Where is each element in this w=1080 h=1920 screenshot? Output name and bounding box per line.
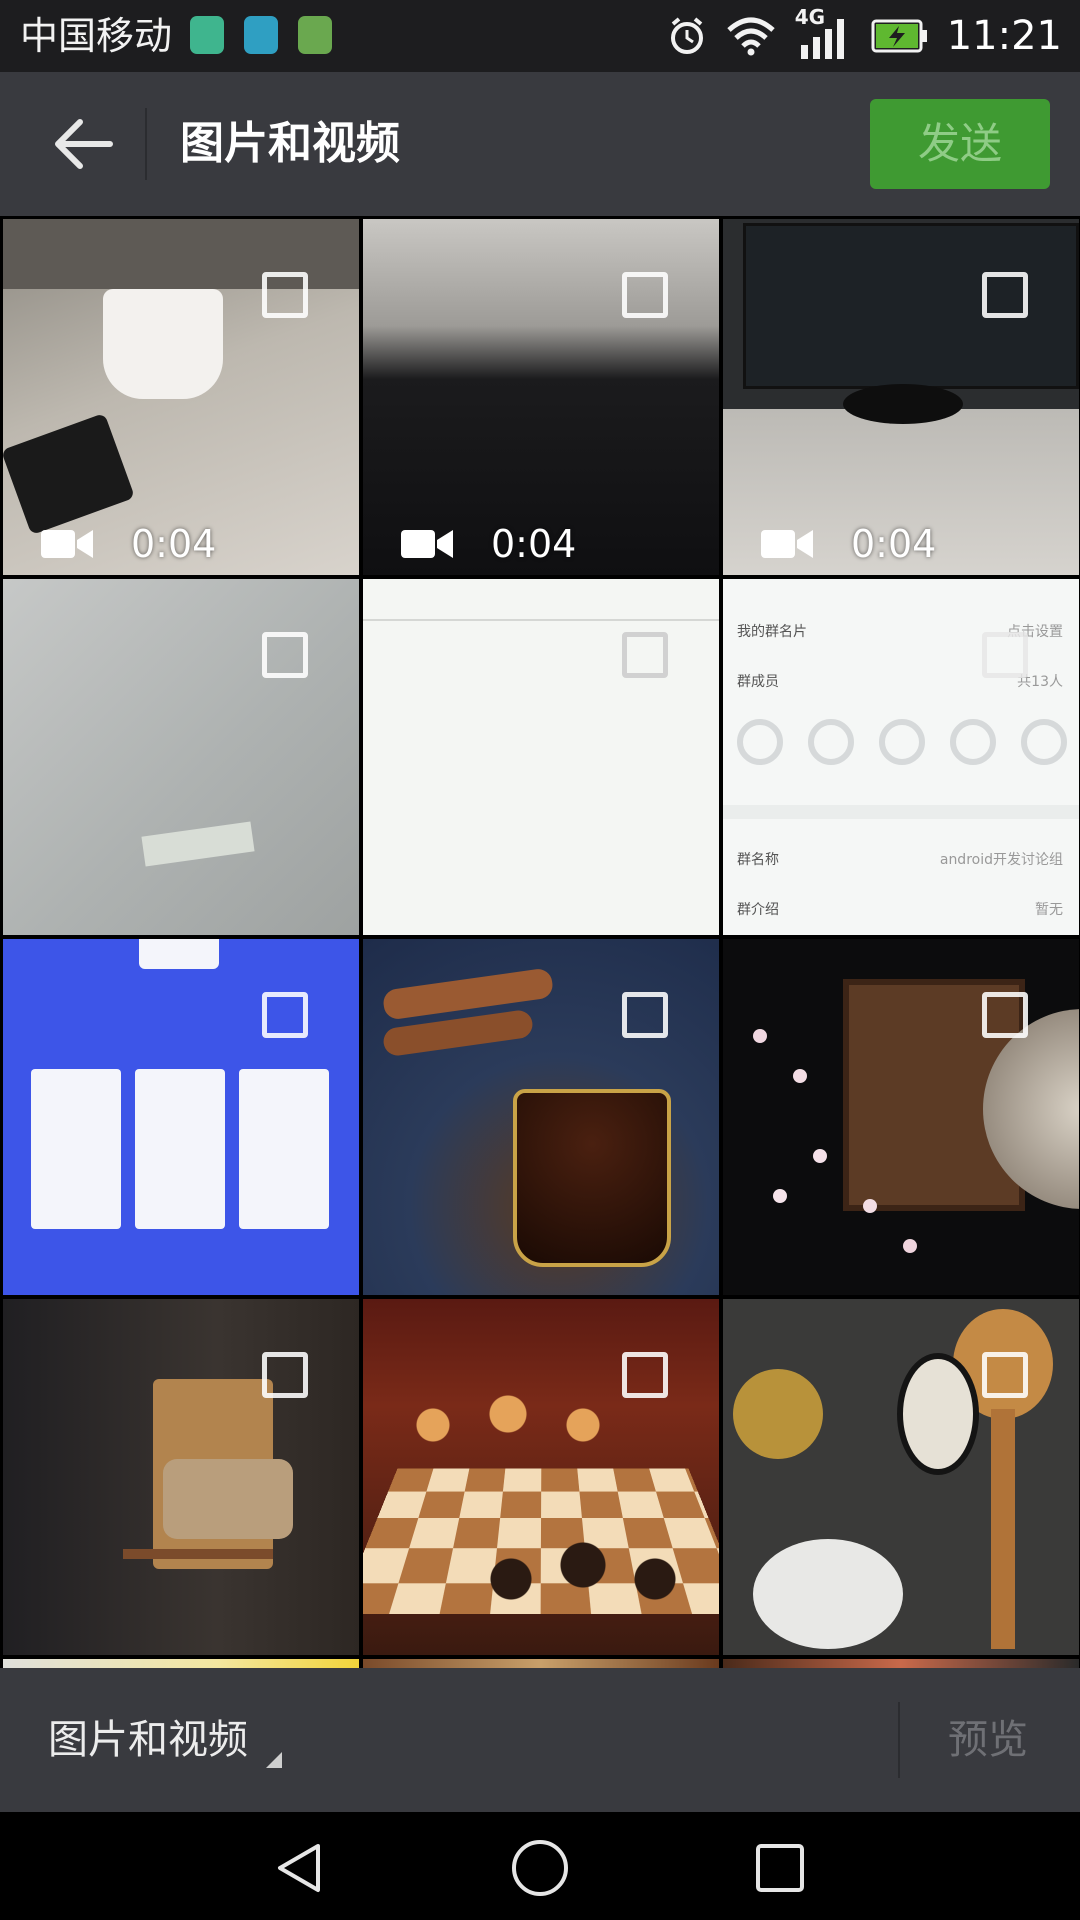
media-thumbnail[interactable] (363, 1659, 719, 1668)
nav-back-icon[interactable] (272, 1840, 328, 1896)
footer-divider (898, 1702, 900, 1778)
media-thumbnail[interactable] (3, 1659, 359, 1668)
media-thumbnail[interactable] (3, 579, 359, 935)
video-duration: 0:04 (131, 522, 216, 566)
media-thumbnail[interactable]: 0:04 (3, 219, 359, 575)
battery-charging-icon (871, 19, 929, 53)
android-debug-icon (244, 16, 278, 54)
group-card-label: 我的群名片 (737, 621, 807, 641)
alarm-icon (667, 16, 707, 56)
media-thumbnail[interactable] (363, 579, 719, 935)
carrier-name: 中国移动 (20, 12, 172, 60)
video-duration: 0:04 (851, 522, 936, 566)
back-arrow-icon[interactable] (52, 116, 116, 172)
clock: 11:21 (947, 6, 1062, 66)
select-checkbox[interactable] (622, 272, 668, 318)
send-button[interactable]: 发送 (870, 99, 1050, 189)
media-thumbnail[interactable] (3, 939, 359, 1295)
select-checkbox[interactable] (622, 992, 668, 1038)
group-intro-label: 群介绍 (737, 899, 779, 919)
header-divider (145, 108, 147, 180)
navigation-bar (0, 1812, 1080, 1920)
page-title: 图片和视频 (180, 112, 400, 176)
app-bar: 图片和视频 发送 (0, 72, 1080, 216)
bottom-bar: 图片和视频 预览 (0, 1668, 1080, 1812)
video-camera-icon (761, 528, 813, 560)
group-name-value: android开发讨论组 (940, 849, 1063, 869)
media-thumbnail[interactable]: 0:04 (363, 219, 719, 575)
group-members-label: 群成员 (737, 671, 779, 691)
wifi-icon (725, 16, 777, 56)
select-checkbox[interactable] (262, 1352, 308, 1398)
preview-button[interactable]: 预览 (948, 1710, 1028, 1770)
video-camera-icon (41, 528, 93, 560)
media-thumbnail[interactable] (723, 1299, 1079, 1655)
group-intro-value: 暂无 (1035, 899, 1063, 919)
media-thumbnail[interactable] (363, 939, 719, 1295)
media-thumbnail[interactable] (723, 939, 1079, 1295)
select-checkbox[interactable] (622, 632, 668, 678)
status-bar: 中国移动 4G 11:21 (0, 0, 1080, 72)
select-checkbox[interactable] (982, 272, 1028, 318)
network-type-label: 4G (795, 5, 825, 29)
select-checkbox[interactable] (262, 992, 308, 1038)
media-thumbnail[interactable]: 我的群名片 点击设置 群成员 共13人 群名称 android开发讨论组 群介绍… (723, 579, 1079, 935)
video-camera-icon (401, 528, 453, 560)
select-checkbox[interactable] (262, 632, 308, 678)
android-icon (298, 16, 332, 54)
select-checkbox[interactable] (262, 272, 308, 318)
nav-recents-icon[interactable] (752, 1840, 808, 1896)
video-duration: 0:04 (491, 522, 576, 566)
nav-home-icon[interactable] (510, 1838, 570, 1898)
media-thumbnail[interactable]: 0:04 (723, 219, 1079, 575)
media-thumbnail[interactable] (363, 1299, 719, 1655)
media-thumbnail[interactable] (3, 1299, 359, 1655)
select-checkbox[interactable] (982, 992, 1028, 1038)
media-grid: 0:04 0:04 0:04 我的群名片 点击设置 群成员 共13人 群名称 a… (0, 216, 1080, 1668)
select-checkbox[interactable] (622, 1352, 668, 1398)
usb-icon (190, 16, 224, 54)
album-selector[interactable]: 图片和视频 (48, 1710, 248, 1770)
group-name-label: 群名称 (737, 849, 779, 869)
dropdown-caret-icon[interactable] (266, 1752, 282, 1768)
select-checkbox[interactable] (982, 632, 1028, 678)
media-thumbnail[interactable] (723, 1659, 1079, 1668)
select-checkbox[interactable] (982, 1352, 1028, 1398)
